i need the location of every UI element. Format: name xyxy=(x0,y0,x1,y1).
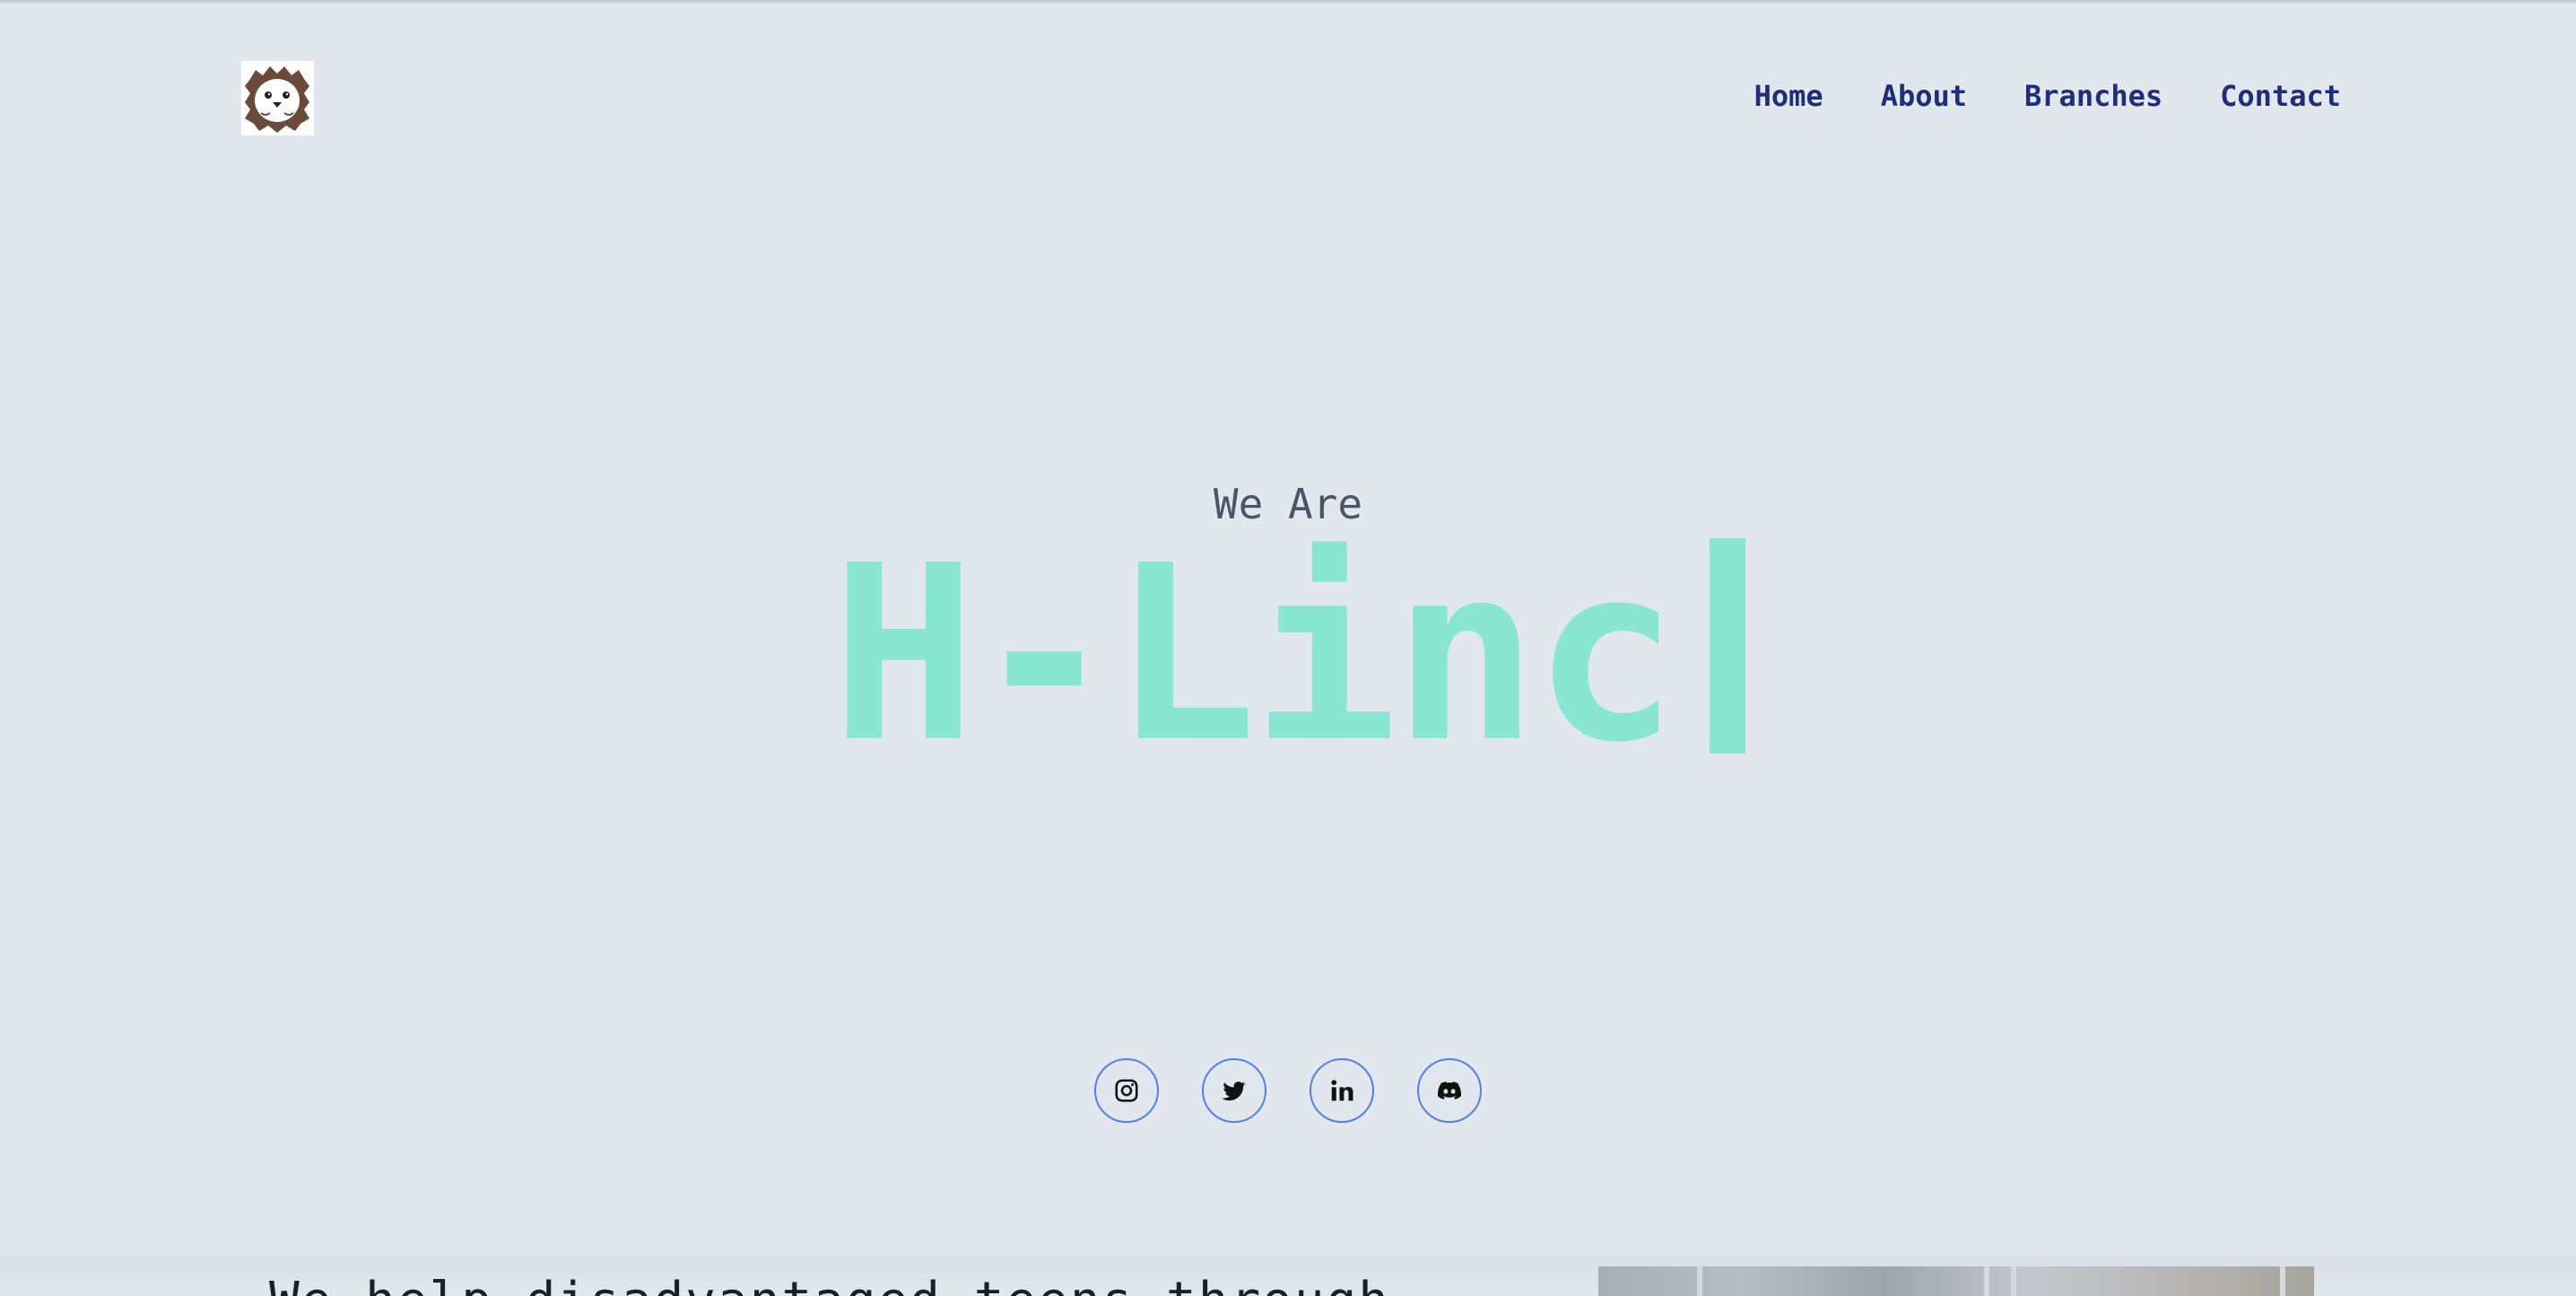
site-logo[interactable] xyxy=(241,61,314,135)
twitter-icon xyxy=(1222,1081,1246,1100)
nav-about[interactable]: About xyxy=(1881,79,1967,113)
hedgehog-logo-icon xyxy=(245,66,309,133)
about-heading: We help disadvantaged teens through xyxy=(269,1272,1390,1296)
main-nav: Home About Branches Contact xyxy=(1754,79,2341,113)
nav-contact[interactable]: Contact xyxy=(2220,79,2341,113)
image-detail xyxy=(2011,1266,2016,1296)
image-detail xyxy=(2280,1266,2285,1296)
top-border xyxy=(0,0,2576,3)
linkedin-link[interactable] xyxy=(1310,1058,1374,1123)
hero-title: H-Linc xyxy=(831,513,1678,796)
typing-cursor xyxy=(1709,538,1745,753)
discord-icon xyxy=(1437,1082,1462,1100)
linkedin-icon xyxy=(1331,1080,1353,1101)
instagram-icon xyxy=(1115,1079,1138,1102)
discord-link[interactable] xyxy=(1417,1058,1482,1123)
instagram-link[interactable] xyxy=(1094,1058,1159,1123)
hero-title-wrap: H-Linc xyxy=(0,513,2576,796)
about-image xyxy=(1598,1266,2314,1296)
page: Home About Branches Contact We Are H-Lin… xyxy=(0,0,2576,1296)
image-detail xyxy=(1984,1266,1989,1296)
image-detail xyxy=(1697,1266,1702,1296)
nav-home[interactable]: Home xyxy=(1754,79,1823,113)
twitter-link[interactable] xyxy=(1202,1058,1266,1123)
nav-branches[interactable]: Branches xyxy=(2024,79,2163,113)
social-links xyxy=(0,1058,2576,1123)
